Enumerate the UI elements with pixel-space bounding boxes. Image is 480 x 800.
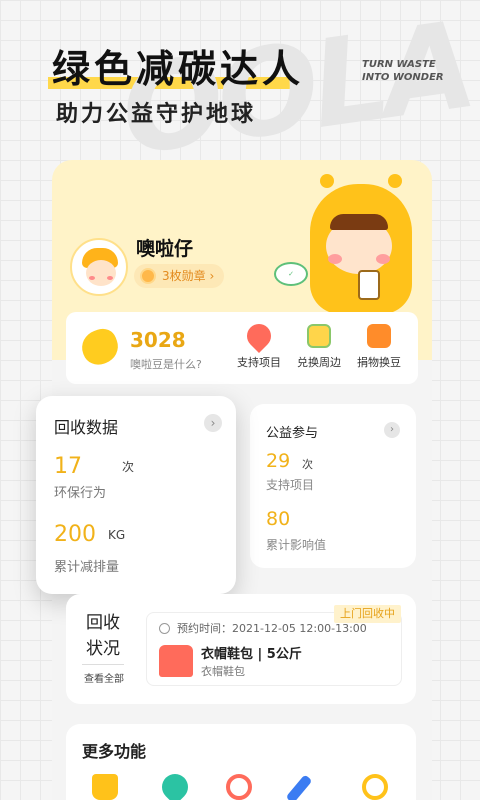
recycle-data-card[interactable]: 回收数据 › 17 次 环保行为 200 KG 累计减排量: [36, 396, 236, 594]
appointment-time: 预约时间：2021-12-05 12:00-13:00: [177, 622, 367, 635]
bean-help-link[interactable]: 噢啦豆是什么?: [130, 356, 202, 372]
heart-balloon-icon: [242, 319, 276, 353]
slogan-line-1: TURN WASTE: [362, 59, 436, 70]
recycle-order-item[interactable]: 上门回收中 预约时间：2021-12-05 12:00-13:00 衣帽鞋包 |…: [146, 605, 402, 686]
profile-header: 噢啦仔 3枚勋章 › ✓ 3028 噢啦豆是什么? 支持项目 兑换周边 捐物换豆: [52, 160, 432, 384]
brand-slogan: TURN WASTE INTO WONDER: [362, 58, 444, 84]
support-project-button[interactable]: 支持项目: [230, 319, 288, 370]
recycle-status-title: 回收状况: [86, 613, 120, 659]
eco-actions-label: 环保行为: [54, 486, 107, 501]
bean-count: 3028: [130, 328, 186, 352]
donation-box-icon: [367, 324, 391, 348]
avatar[interactable]: [70, 238, 128, 296]
recycle-data-title: 回收数据: [54, 418, 119, 437]
order-item-category: 衣帽鞋包: [201, 665, 245, 678]
exchange-merch-label: 兑换周边: [297, 356, 341, 369]
location-pin-icon[interactable]: [156, 768, 194, 800]
impact-value: 80: [266, 508, 291, 530]
pen-icon[interactable]: [285, 774, 313, 800]
public-welfare-title: 公益参与: [266, 426, 319, 441]
chevron-right-icon[interactable]: ›: [204, 414, 222, 432]
projects-unit: 次: [302, 458, 313, 471]
clothing-icon: [159, 645, 193, 677]
impact-label: 累计影响值: [266, 538, 327, 552]
donate-items-label: 捐物换豆: [357, 356, 401, 369]
more-features-card: 更多功能: [66, 724, 416, 800]
medal-badge-label: 3枚勋章 ›: [162, 269, 215, 283]
hero-title: 绿色减碳达人: [48, 38, 309, 93]
order-item-title: 衣帽鞋包 | 5公斤: [201, 647, 302, 662]
bean-icon: [77, 324, 123, 370]
gift-box-icon: [307, 324, 331, 348]
medal-badge-button[interactable]: 3枚勋章 ›: [134, 264, 225, 288]
more-features-title: 更多功能: [82, 742, 147, 761]
hero-title-text: 绿色减碳达人: [52, 47, 305, 91]
emission-value: 200: [54, 522, 96, 547]
divider: [82, 664, 124, 665]
view-all-link[interactable]: 查看全部: [80, 670, 128, 685]
recycle-status-card: 回收状况 查看全部 上门回收中 预约时间：2021-12-05 12:00-13…: [66, 594, 416, 704]
username: 噢啦仔: [136, 238, 194, 260]
donate-items-button[interactable]: 捐物换豆: [350, 324, 408, 370]
clock-icon: [159, 623, 170, 634]
bean-card: 3028 噢啦豆是什么? 支持项目 兑换周边 捐物换豆: [66, 312, 418, 384]
eco-actions-value: 17: [54, 454, 82, 479]
chevron-right-icon[interactable]: ›: [384, 422, 400, 438]
exchange-merch-button[interactable]: 兑换周边: [290, 324, 348, 370]
emission-unit: KG: [108, 528, 126, 542]
shopping-bag-icon[interactable]: [92, 774, 118, 800]
hero-subtitle: 助力公益守护地球: [56, 102, 257, 127]
ring-icon[interactable]: [362, 774, 388, 800]
public-welfare-card[interactable]: 公益参与 › 29 次 支持项目 80 累计影响值: [250, 404, 416, 568]
slogan-line-2: INTO WONDER: [362, 72, 444, 83]
emission-label: 累计减排量: [54, 560, 120, 575]
projects-value: 29: [266, 450, 291, 472]
eco-actions-unit: 次: [122, 460, 135, 474]
eco-stamp-icon: ✓: [274, 262, 308, 286]
mascot-illustration: [292, 170, 422, 320]
projects-label: 支持项目: [266, 478, 315, 492]
support-project-label: 支持项目: [237, 356, 281, 369]
medal-icon: [140, 268, 156, 284]
customer-service-icon[interactable]: [226, 774, 252, 800]
